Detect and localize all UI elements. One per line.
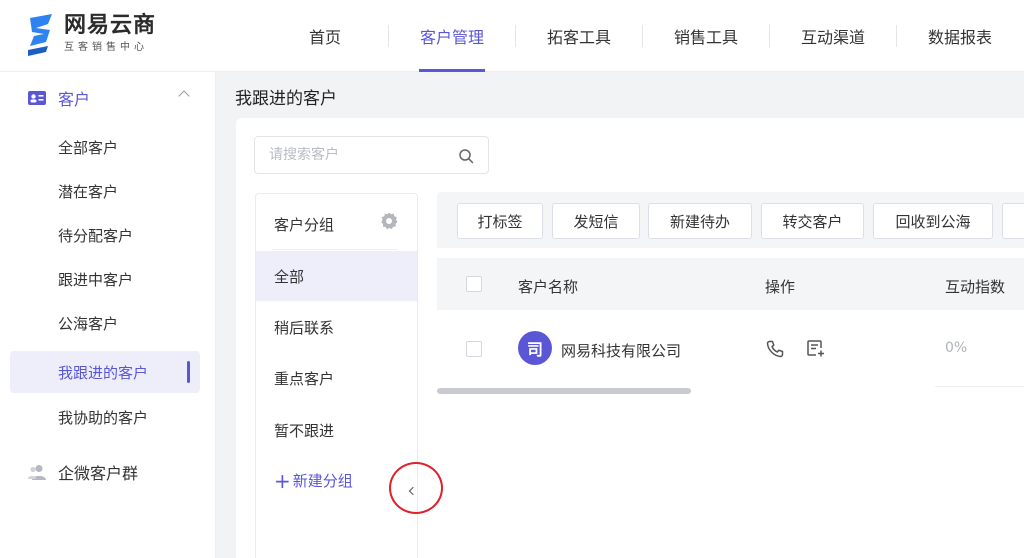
logo-icon [28, 14, 52, 56]
nav-data-reports[interactable]: 数据报表 [897, 0, 1023, 72]
group-item-contact-later[interactable]: 稍后联系 [256, 302, 417, 352]
nav-interaction-channels[interactable]: 互动渠道 [770, 0, 896, 72]
search-input[interactable] [269, 137, 459, 173]
customer-avatar: 司 [518, 331, 552, 365]
recycle-to-pool-button[interactable]: 回收到公海 [873, 203, 993, 239]
highlight-annotation-circle [389, 462, 443, 514]
top-bar: 网易云商 互客销售中心 首页 客户管理 拓客工具 销售工具 互动渠道 数据报表 [0, 0, 1024, 72]
chevron-up-icon[interactable] [178, 90, 190, 102]
logo[interactable]: 网易云商 互客销售中心 [26, 12, 156, 56]
sidebar-item-public-pool[interactable]: 公海客户 [10, 302, 200, 344]
horizontal-scrollbar[interactable] [437, 388, 691, 394]
more-action-button[interactable] [1002, 203, 1024, 239]
new-group-button[interactable]: + 新建分组 [274, 470, 353, 491]
sidebar-item-potential-customers[interactable]: 潜在客户 [10, 170, 200, 212]
sidebar-item-all-customers[interactable]: 全部客户 [10, 126, 200, 168]
column-header-actions: 操作 [765, 278, 796, 296]
select-all-checkbox[interactable] [466, 276, 482, 292]
sidebar-item-my-assisted[interactable]: 我协助的客户 [10, 396, 200, 438]
group-item-key-customers[interactable]: 重点客户 [256, 353, 417, 403]
tag-button[interactable]: 打标签 [457, 203, 543, 239]
gear-icon[interactable] [380, 212, 398, 230]
sidebar-group-label: 客户 [58, 90, 91, 109]
nav-prospecting-tools[interactable]: 拓客工具 [516, 0, 642, 72]
phone-icon[interactable] [765, 339, 785, 359]
group-item-no-follow[interactable]: 暂不跟进 [256, 405, 417, 455]
group-item-all[interactable]: 全部 [256, 251, 417, 301]
column-header-name: 客户名称 [518, 278, 579, 296]
main-nav: 首页 客户管理 拓客工具 销售工具 互动渠道 数据报表 [262, 0, 1023, 72]
group-panel-title: 客户分组 [274, 216, 335, 234]
sidebar-item-my-followed[interactable]: 我跟进的客户 [10, 351, 200, 393]
plus-icon: + [274, 468, 291, 493]
search-icon[interactable] [458, 148, 474, 164]
transfer-customer-button[interactable]: 转交客户 [761, 203, 864, 239]
sidebar-item-unassigned-customers[interactable]: 待分配客户 [10, 214, 200, 256]
row-checkbox[interactable] [466, 341, 482, 357]
customer-search [254, 136, 489, 174]
divider [272, 249, 398, 250]
nav-home[interactable]: 首页 [262, 0, 388, 72]
interaction-index-value: 0% [945, 340, 968, 356]
logo-subtitle: 互客销售中心 [64, 42, 148, 53]
column-header-interaction-index: 互动指数 [945, 278, 1006, 296]
sidebar-group-wecom-groups[interactable]: 企微客户群 [0, 446, 216, 498]
contact-card-icon [28, 91, 46, 105]
customer-name-link[interactable]: 网易科技有限公司 [561, 340, 681, 361]
logo-title: 网易云商 [64, 13, 157, 38]
add-note-icon[interactable] [805, 338, 825, 358]
new-todo-button[interactable]: 新建待办 [648, 203, 752, 239]
page-title: 我跟进的客户 [235, 89, 337, 109]
users-icon [28, 465, 46, 480]
sidebar-item-following-customers[interactable]: 跟进中客户 [10, 258, 200, 300]
sidebar-group-customer[interactable]: 客户 [0, 72, 216, 124]
send-sms-button[interactable]: 发短信 [552, 203, 640, 239]
divider [935, 386, 1024, 387]
nav-sales-tools[interactable]: 销售工具 [643, 0, 769, 72]
sidebar-group-label: 企微客户群 [58, 464, 139, 483]
nav-customer-management[interactable]: 客户管理 [389, 0, 515, 72]
